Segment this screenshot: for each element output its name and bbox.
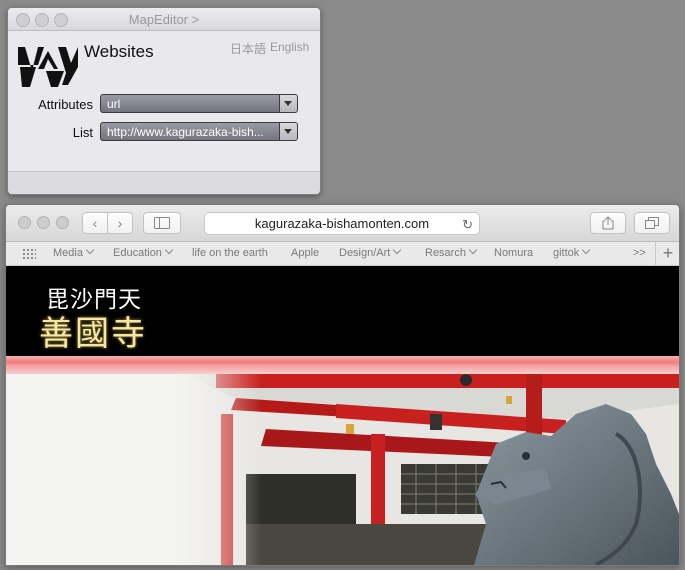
section-heading: Websites xyxy=(84,42,154,61)
favorite-apple[interactable]: Apple xyxy=(291,247,319,259)
chevron-down-icon xyxy=(85,245,95,255)
browser-window: ‹ › kagurazaka-bishamonten.com ↻ Media E… xyxy=(5,204,680,566)
temple-name-bottom: 善國寺 xyxy=(39,314,147,354)
favorite-nomura[interactable]: Nomura xyxy=(494,247,533,259)
address-text: kagurazaka-bishamonten.com xyxy=(254,216,430,231)
site-header-banner: 毘沙門天 善國寺 xyxy=(6,266,679,356)
sidebar-button[interactable] xyxy=(143,212,181,234)
chevron-down-icon xyxy=(582,245,591,255)
browser-toolbar: ‹ › kagurazaka-bishamonten.com ↻ xyxy=(6,205,679,242)
chevron-down-icon xyxy=(468,245,478,255)
back-button[interactable]: ‹ xyxy=(82,212,108,234)
new-tab-button[interactable]: + xyxy=(655,242,679,265)
app-logo-icon xyxy=(18,47,78,87)
mapeditor-window: MapEditor > Websites 日本語 English Attribu… xyxy=(7,7,321,195)
chevron-down-icon xyxy=(279,95,297,112)
share-icon xyxy=(602,216,614,230)
favorites-overflow-button[interactable]: >> xyxy=(633,247,646,259)
temple-photo-image xyxy=(6,374,679,565)
minimize-button[interactable] xyxy=(37,216,50,229)
favorite-education[interactable]: Education xyxy=(113,245,174,259)
web-page: 毘沙門天 善國寺 xyxy=(6,266,679,565)
window-title: MapEditor > xyxy=(128,12,200,27)
reload-icon[interactable]: ↻ xyxy=(462,214,473,235)
close-button[interactable] xyxy=(18,216,31,229)
sidebar-icon xyxy=(154,217,170,229)
attributes-label: Attributes xyxy=(38,97,93,112)
attributes-select[interactable]: url xyxy=(100,94,298,113)
address-bar[interactable]: kagurazaka-bishamonten.com ↻ xyxy=(204,212,480,235)
favorites-bar: Media Education life on the earth Apple … xyxy=(6,242,679,266)
chevron-down-icon xyxy=(164,245,174,255)
share-button[interactable] xyxy=(590,212,626,234)
favorite-life-on-the-earth[interactable]: life on the earth xyxy=(192,247,268,259)
chevron-left-icon: ‹ xyxy=(92,215,98,231)
chevron-down-icon xyxy=(279,123,297,140)
list-value: http://www.kagurazaka-bish... xyxy=(107,125,264,139)
panel-footer xyxy=(8,171,320,194)
list-label: List xyxy=(72,125,93,140)
list-select[interactable]: http://www.kagurazaka-bish... xyxy=(100,122,298,141)
language-english-link[interactable]: English xyxy=(270,40,309,54)
accent-stripe xyxy=(6,356,679,374)
language-japanese-link[interactable]: 日本語 xyxy=(230,40,266,57)
zoom-button[interactable] xyxy=(56,216,69,229)
mapeditor-titlebar[interactable]: MapEditor > xyxy=(8,8,320,31)
favorite-design-art[interactable]: Design/Art xyxy=(339,245,402,259)
temple-photo xyxy=(6,374,679,565)
attributes-value: url xyxy=(107,97,121,111)
tabs-icon xyxy=(645,217,659,229)
favorite-media[interactable]: Media xyxy=(53,245,95,259)
tabs-overview-button[interactable] xyxy=(634,212,670,234)
chevron-down-icon xyxy=(393,245,402,255)
grid-icon[interactable] xyxy=(22,248,36,259)
forward-button[interactable]: › xyxy=(107,212,133,234)
chevron-right-icon: › xyxy=(117,215,123,231)
favorite-resarch[interactable]: Resarch xyxy=(425,245,478,259)
favorite-gittok[interactable]: gittok xyxy=(553,245,591,259)
